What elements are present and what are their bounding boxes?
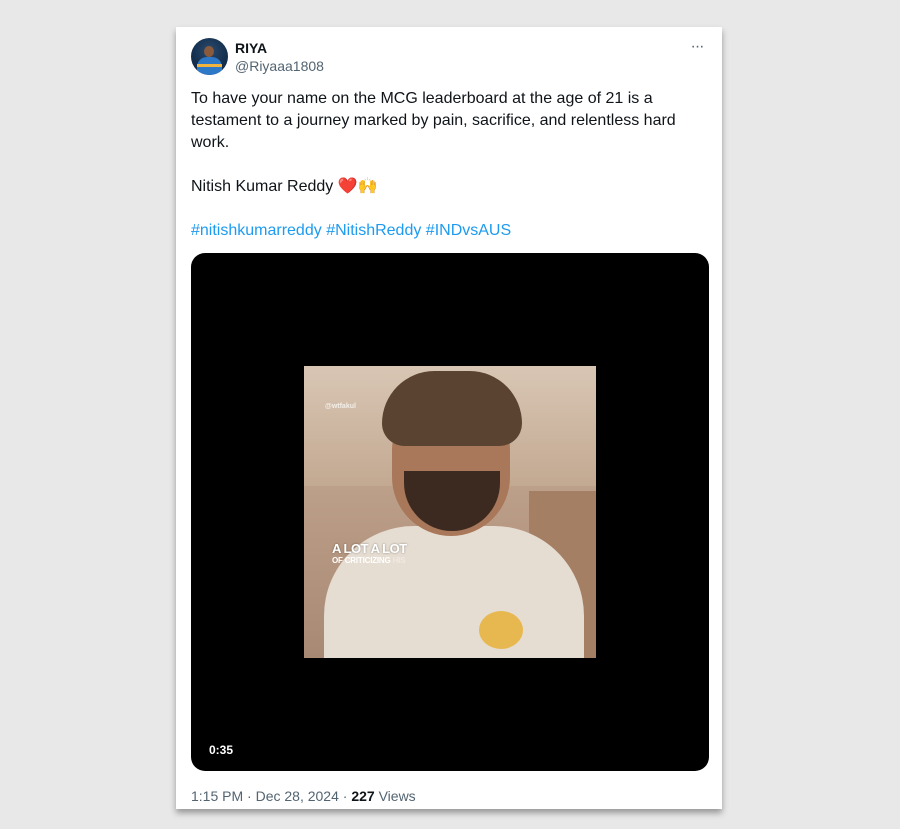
views-count: 227 [351, 788, 375, 804]
video-caption-line2: OF CRITICIZING HIS [332, 556, 406, 565]
tweet-meta: 1:15 PM · Dec 28, 2024 · 227 Views [191, 787, 416, 805]
avatar-stripe [197, 64, 222, 67]
meta-separator: · [342, 788, 348, 804]
more-options-icon[interactable]: ··· [686, 38, 708, 56]
hashtags: #nitishkumarreddy #NitishReddy #INDvsAUS [191, 220, 511, 242]
video-thumbnail[interactable]: @wtfakul A LOT A LOT OF CRITICIZING HIS [304, 366, 596, 658]
video-watermark: @wtfakul [325, 403, 356, 410]
avatar-head [204, 46, 214, 57]
tweet-header: RIYA @Riyaaa1808 ··· [191, 38, 712, 78]
post-time[interactable]: 1:15 PM [191, 788, 243, 804]
raised-hands-emoji-icon: 🙌 [357, 178, 378, 195]
hashtag-link[interactable]: #INDvsAUS [426, 222, 511, 239]
tweet-text: To have your name on the MCG leaderboard… [191, 88, 706, 198]
hashtag-link[interactable]: #NitishReddy [326, 222, 421, 239]
author-names: RIYA @Riyaaa1808 [235, 39, 324, 75]
tweet-card: RIYA @Riyaaa1808 ··· To have your name o… [176, 27, 722, 809]
video-duration: 0:35 [204, 742, 239, 758]
tweet-text-name-line: Nitish Kumar Reddy ❤️🙌 [191, 176, 706, 198]
meta-separator: · [247, 788, 252, 804]
player-name: Nitish Kumar Reddy [191, 178, 334, 195]
shirt-logo [479, 611, 523, 649]
heart-emoji-icon: ❤️ [337, 178, 358, 195]
video-person-hair [382, 371, 522, 446]
video-caption-faded: HIS [392, 556, 406, 565]
display-name[interactable]: RIYA [235, 39, 324, 57]
hashtag-link[interactable]: #nitishkumarreddy [191, 222, 322, 239]
avatar[interactable] [191, 38, 228, 75]
views-label: Views [378, 788, 416, 804]
tweet-text-paragraph: To have your name on the MCG leaderboard… [191, 90, 676, 151]
video-caption-line1: A LOT A LOT [332, 541, 407, 556]
video-player[interactable]: @wtfakul A LOT A LOT OF CRITICIZING HIS … [191, 253, 709, 771]
video-caption-visible: OF CRITICIZING [332, 556, 391, 565]
user-handle[interactable]: @Riyaaa1808 [235, 57, 324, 75]
post-date[interactable]: Dec 28, 2024 [256, 788, 339, 804]
